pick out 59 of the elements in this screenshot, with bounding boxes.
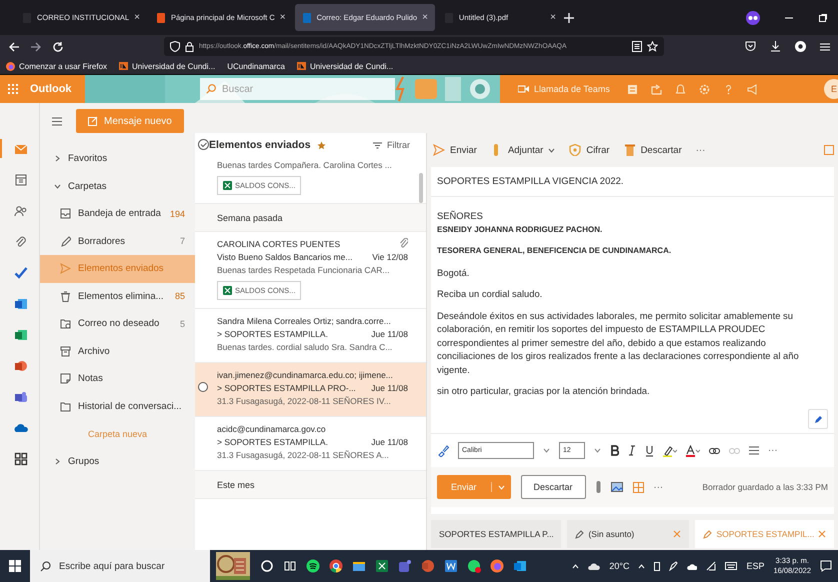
- preview-text: Buenas tardes Respetada Funcionaria CAR...: [217, 264, 390, 277]
- group-header: Semana pasada: [195, 204, 426, 232]
- subject: Visto Bueno Saldos Bancarios me...: [217, 251, 354, 264]
- subject: > SOPORTES ESTAMPILLA.: [217, 328, 329, 341]
- body-paragraph: TESORERA GENERAL, BENEFICENCIA DE CUNDINAMARCA.: [437, 245, 672, 257]
- folder-group[interactable]: Favoritos: [40, 145, 195, 172]
- date: Jue 11/08: [371, 382, 408, 395]
- send-button[interactable]: Enviar: [433, 144, 477, 156]
- preview-text: Buenas tardes. cordial saludo Sra. Sandra C...: [217, 341, 394, 354]
- folder-group[interactable]: Carpetas: [40, 172, 195, 200]
- group-header: Este mes: [195, 471, 426, 499]
- body-paragraph: Deseándole éxitos en sus actividades laborales, me permito solicitar amablemente su colaboración, en remitir los soportes del impuesto de ESTAMPILLA PROUDEC correspondientes al primer semestre del año, debido a que estamos realizando conciliaciones de los giros realizados frente a las declaraciones correspondiente al año vigente.: [437, 308, 800, 376]
- folder-item[interactable]: Correo no deseado 5: [40, 310, 195, 338]
- folder-item[interactable]: Bandeja de entrada 194: [40, 200, 195, 228]
- preview-text: 31.3 Fusagasugá, 2022-08-11 SEÑORES A...: [217, 449, 390, 462]
- draft-tab[interactable]: (Sin asunto): [567, 520, 690, 548]
- draft-tab[interactable]: SOPORTES ESTAMPILLA P...: [431, 520, 562, 548]
- discard-button[interactable]: Descartar: [624, 144, 682, 156]
- preview-text: 31.3 Fusagasugá, 2022-08-11 SEÑORES IV...: [217, 395, 392, 408]
- body-paragraph: sin otro particular, gracias por la atención brindada.: [437, 384, 651, 398]
- folder-group[interactable]: Grupos: [40, 448, 195, 476]
- preview-text: Buenas tardes Compañera. Carolina Cortes ...: [217, 159, 393, 172]
- weather-temperature[interactable]: 20°C: [609, 561, 630, 571]
- date: Jue 11/08: [371, 436, 408, 449]
- sender: ivan.jimenez@cundinamarca.edu.co; ijimene...: [217, 369, 394, 382]
- discard-button[interactable]: Descartar: [520, 475, 586, 499]
- bookmark-link[interactable]: Comenzar a usar Firefox: [19, 62, 108, 70]
- folder-item[interactable]: Elementos elimina... 85: [40, 282, 195, 310]
- sender: CAROLINA CORTES PUENTES: [217, 238, 342, 251]
- more-button[interactable]: ···: [696, 144, 706, 156]
- subject-field[interactable]: SOPORTES ESTAMPILLA VIGENCIA 2022.: [431, 167, 834, 197]
- folder-item[interactable]: Archivo: [40, 338, 195, 365]
- taskbar-search-field[interactable]: Escribe aquí para buscar: [30, 550, 210, 582]
- folder-item[interactable]: Notas: [40, 365, 195, 392]
- body-paragraph: SEÑORES: [437, 209, 484, 222]
- body-paragraph: ESNEIDY JOHANNA RODRIGUEZ PACHON.: [437, 224, 604, 236]
- list-title: Elementos enviados: [209, 139, 311, 151]
- attach-button[interactable]: Adjuntar: [490, 144, 556, 156]
- subject: > SOPORTES ESTAMPILLA.: [217, 436, 329, 449]
- body-paragraph: Bogotá.: [437, 266, 470, 279]
- encrypt-button[interactable]: Cifrar: [569, 144, 610, 156]
- draft-status: Borrador guardado a las 3:33 PM: [702, 482, 828, 492]
- date: Vie 12/08: [372, 251, 408, 264]
- more-button[interactable]: ···: [654, 482, 664, 492]
- filter-button[interactable]: Filtrar: [367, 139, 416, 151]
- bookmark-link[interactable]: Universidad de Cundi...: [310, 62, 394, 70]
- date: Jue 11/08: [371, 328, 408, 341]
- body-paragraph: Reciba un cordial saludo.: [437, 287, 544, 300]
- app-title: Outlook: [30, 83, 72, 95]
- more-button[interactable]: ···: [768, 445, 778, 456]
- sender: Sandra Milena Correales Ortiz; sandra.corre...: [217, 315, 392, 328]
- language-indicator[interactable]: ESP: [746, 561, 764, 571]
- message-item[interactable]: ivan.jimenez@cundinamarca.edu.co; ijimene... > SOPORTES ESTAMPILLA PRO-... Jue 11/08 31.3 Fusagasugá, 2022-08-11 SEÑORES IV...: [195, 363, 426, 417]
- folder-item[interactable]: Historial de conversaci...: [40, 392, 195, 420]
- bookmark-link[interactable]: Universidad de Cundi...: [132, 62, 216, 70]
- folder-item[interactable]: Borradores 7: [40, 228, 195, 255]
- sender: acidc@cundinamarca.gov.co: [217, 423, 327, 436]
- bookmark-link[interactable]: UCundinamarca: [227, 62, 285, 70]
- subject: > SOPORTES ESTAMPILLA PRO-...: [217, 382, 357, 395]
